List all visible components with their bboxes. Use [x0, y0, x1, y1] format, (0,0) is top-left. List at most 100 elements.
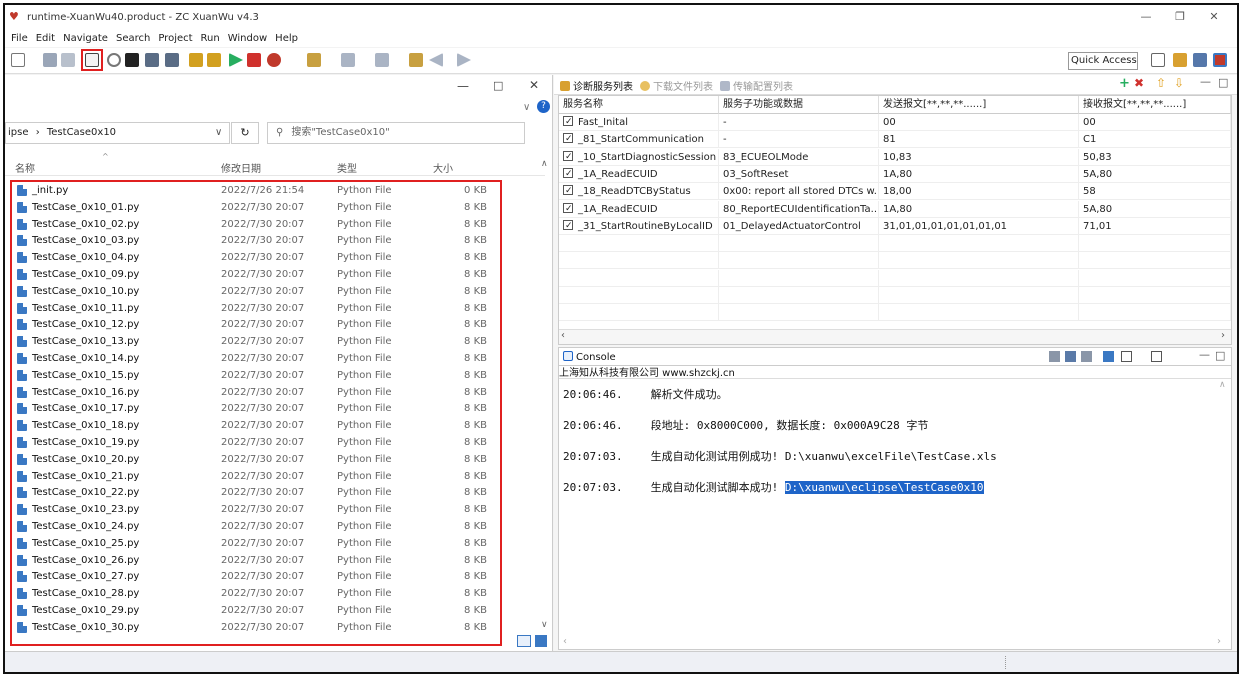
menu-project[interactable]: Project [158, 33, 192, 44]
back-icon[interactable] [429, 53, 443, 67]
help-icon[interactable]: ? [537, 100, 550, 113]
open-perspective-icon[interactable] [1151, 53, 1165, 67]
restore-button[interactable]: ❐ [1165, 8, 1195, 26]
col-receive-message[interactable]: 接收报文[**,**,**......] [1079, 96, 1231, 114]
menu-window[interactable]: Window [228, 33, 267, 44]
search-input[interactable]: ⚲ 搜索"TestCase0x10" [267, 122, 525, 144]
empty-row[interactable] [559, 269, 1231, 287]
console-scroll-left-icon[interactable]: ‹ [563, 636, 567, 647]
tiles-view-icon[interactable] [535, 635, 547, 647]
view-maximize-icon[interactable]: □ [1218, 76, 1228, 89]
close-button[interactable]: ✕ [1199, 8, 1229, 26]
debug-perspective-icon[interactable] [1193, 53, 1207, 67]
column-size[interactable]: 大小 [433, 160, 453, 175]
console-scroll-right-icon[interactable]: › [1217, 636, 1221, 647]
service-checkbox[interactable] [563, 218, 573, 235]
move-up-icon[interactable]: ⇧ [1156, 76, 1166, 90]
col-subfunction[interactable]: 服务子功能或数据 [719, 96, 879, 114]
menu-run[interactable]: Run [201, 33, 220, 44]
scroll-lock-icon[interactable] [1065, 351, 1076, 362]
stop-icon[interactable] [247, 53, 261, 67]
service-row[interactable]: _31_StartRoutineByLocalID 01_DelayedActua… [559, 217, 1231, 235]
service-row[interactable]: _1A_ReadECUID 80_ReportECUIdentificationT… [559, 200, 1231, 218]
nav-next-icon[interactable] [375, 53, 389, 67]
menu-navigate[interactable]: Navigate [63, 33, 108, 44]
explorer-minimize-button[interactable]: — [457, 79, 469, 93]
save-all-icon[interactable] [61, 53, 75, 67]
delete-icon[interactable]: ✖ [1134, 76, 1144, 90]
quick-access-field[interactable]: Quick Access [1068, 52, 1138, 70]
move-down-icon[interactable]: ⇩ [1174, 76, 1184, 90]
console-tab[interactable]: Console [563, 351, 616, 363]
column-name[interactable]: 名称 [15, 160, 35, 175]
details-view-icon[interactable] [517, 635, 531, 647]
chevron-down-icon[interactable]: ∨ [215, 123, 222, 143]
address-bar[interactable]: ipse › TestCase0x10 ∨ [5, 122, 230, 144]
generate-script-icon[interactable] [85, 53, 99, 67]
settings-icon[interactable] [107, 53, 121, 67]
minimize-button[interactable]: — [1131, 8, 1161, 26]
clear-console-icon[interactable] [1049, 351, 1060, 362]
column-type[interactable]: 类型 [337, 160, 357, 175]
chevron-down-icon[interactable]: ∨ [523, 102, 530, 113]
col-send-message[interactable]: 发送报文[**,**,**......] [879, 96, 1079, 114]
debug-icon[interactable] [267, 53, 281, 67]
breadcrumb-folder[interactable]: TestCase0x10 [47, 127, 116, 138]
sync-icon[interactable] [125, 53, 139, 67]
word-wrap-icon[interactable] [1081, 351, 1092, 362]
forward-icon[interactable] [457, 53, 471, 67]
scroll-right-icon[interactable]: › [1221, 330, 1225, 341]
service-checkbox[interactable] [563, 201, 573, 218]
service-row[interactable]: Fast_Inital - 00 00 [559, 114, 1231, 131]
empty-row[interactable] [559, 304, 1231, 322]
table-hscrollbar[interactable]: ‹ › [559, 329, 1231, 344]
empty-row[interactable] [559, 235, 1231, 253]
pin-console-icon[interactable] [1103, 351, 1114, 362]
menu-help[interactable]: Help [275, 33, 298, 44]
menu-search[interactable]: Search [116, 33, 150, 44]
save-icon[interactable] [43, 53, 57, 67]
service-row[interactable]: _1A_ReadECUID 03_SoftReset 1A,80 5A,80 [559, 165, 1231, 183]
breadcrumb-prefix[interactable]: ipse [8, 127, 29, 138]
view-minimize-icon[interactable]: — [1200, 75, 1211, 88]
console-maximize-icon[interactable]: □ [1215, 349, 1225, 362]
service-row[interactable]: _81_StartCommunication - 81 C1 [559, 131, 1231, 149]
nav-icon[interactable] [341, 53, 355, 67]
console-minimize-icon[interactable]: — [1199, 348, 1210, 361]
annotation-icon[interactable] [409, 53, 423, 67]
scroll-up-icon[interactable]: ∧ [541, 159, 548, 169]
service-checkbox[interactable] [563, 114, 573, 131]
tools-icon[interactable] [307, 53, 321, 67]
menu-file[interactable]: File [11, 33, 28, 44]
service-checkbox[interactable] [563, 149, 573, 166]
selected-path[interactable]: D:\xuanwu\eclipse\TestCase0x10 [784, 481, 984, 494]
service-row[interactable]: _18_ReadDTCByStatus 0x00: report all stor… [559, 183, 1231, 201]
service-checkbox[interactable] [563, 131, 573, 148]
scroll-left-icon[interactable]: ‹ [561, 330, 565, 341]
service-checkbox[interactable] [563, 183, 573, 200]
empty-row[interactable] [559, 252, 1231, 270]
menu-edit[interactable]: Edit [36, 33, 55, 44]
xuanwu-perspective-icon[interactable] [1213, 53, 1227, 67]
explorer-maximize-button[interactable]: □ [493, 79, 503, 92]
display-console-icon[interactable] [1121, 351, 1132, 362]
column-modified[interactable]: 修改日期 [221, 160, 261, 175]
export-icon[interactable] [165, 53, 179, 67]
pencil-alt-icon[interactable] [207, 53, 221, 67]
pencil-icon[interactable] [189, 53, 203, 67]
add-icon[interactable]: + [1119, 76, 1130, 91]
scroll-down-icon[interactable]: ∨ [541, 620, 548, 630]
import-icon[interactable] [145, 53, 159, 67]
open-console-icon[interactable] [1151, 351, 1162, 362]
explorer-close-button[interactable]: ✕ [529, 78, 539, 92]
tab-diagnostic-services[interactable]: 诊断服务列表 [560, 78, 633, 93]
console-scroll-up-icon[interactable]: ∧ [1219, 380, 1226, 390]
run-icon[interactable] [229, 53, 243, 67]
refresh-button[interactable]: ↻ [231, 122, 259, 144]
console-output[interactable]: 上海知从科技有限公司 www.shzckj.cn 20:06:46. 解析文件成功… [558, 365, 1232, 650]
empty-row[interactable] [559, 287, 1231, 304]
service-row[interactable]: _10_StartDiagnosticSession 83_ECUEOLMode 1… [559, 148, 1231, 166]
java-perspective-icon[interactable] [1173, 53, 1187, 67]
tab-transfer-config[interactable]: 传输配置列表 [720, 78, 793, 93]
tab-download-files[interactable]: 下载文件列表 [640, 78, 713, 93]
